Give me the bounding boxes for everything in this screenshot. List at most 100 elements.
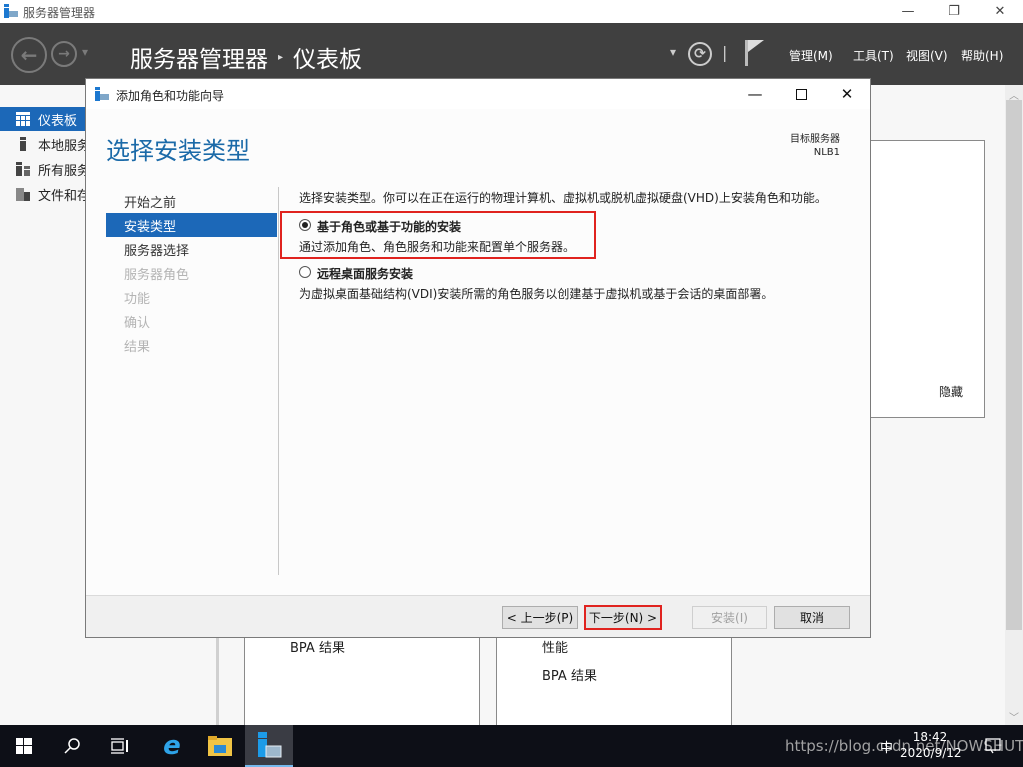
add-roles-wizard-dialog: 添加角色和功能向导 — ✕ 选择安装类型 目标服务器 NLB1 开始之前 安装类… — [85, 78, 871, 638]
search-button[interactable] — [48, 725, 96, 767]
intro-text: 选择安装类型。你可以在正在运行的物理计算机、虚拟机或脱机虚拟硬盘(VHD)上安装… — [299, 191, 827, 205]
page-heading: 选择安装类型 — [106, 137, 250, 165]
back-button[interactable]: ← — [11, 37, 47, 73]
restore-icon: ❐ — [948, 4, 960, 19]
back-arrow-icon: ← — [20, 43, 38, 67]
history-dropdown-icon[interactable]: ▾ — [82, 45, 88, 59]
file-storage-icon — [16, 188, 30, 201]
tile-link-bpa[interactable]: BPA 结果 — [290, 637, 345, 656]
window-title: 服务器管理器 — [23, 6, 96, 20]
minimize-icon: — — [747, 85, 763, 103]
target-server-value: NLB1 — [813, 147, 840, 158]
refresh-button[interactable]: ⟳ — [688, 42, 712, 66]
breadcrumb-root[interactable]: 服务器管理器 — [130, 40, 268, 74]
menu-view[interactable]: 视图(V) — [906, 47, 948, 64]
file-explorer-icon — [208, 736, 232, 756]
maximize-icon — [795, 88, 807, 100]
forward-button[interactable]: → — [51, 41, 77, 67]
ime-indicator[interactable]: 中 — [880, 737, 893, 756]
server-manager-taskbar-button[interactable] — [245, 725, 293, 767]
start-button[interactable] — [0, 725, 48, 767]
internet-explorer-icon: e — [163, 731, 181, 761]
notifications-flag-icon[interactable] — [745, 40, 765, 66]
dashboard-tile: BPA 结果 — [244, 630, 480, 730]
menu-manage[interactable]: 管理(M) — [789, 47, 833, 64]
header-divider: | — [722, 43, 728, 62]
server-manager-icon — [258, 732, 282, 758]
radio-role-based[interactable] — [299, 219, 311, 231]
step-before-you-begin[interactable]: 开始之前 — [106, 189, 277, 213]
sidebar: 仪表板 本地服务器 所有服务器 文件和存储服务 — [0, 85, 87, 725]
dialog-titlebar: 添加角色和功能向导 — ✕ — [86, 79, 870, 109]
background-divider — [216, 637, 219, 725]
cancel-button[interactable]: 取消 — [774, 606, 850, 629]
dashboard-tile: 性能 BPA 结果 — [496, 630, 732, 730]
close-window-button[interactable]: ✕ — [977, 0, 1023, 23]
task-view-button[interactable] — [96, 725, 144, 767]
step-server-roles: 服务器角色 — [124, 267, 190, 283]
step-installation-type[interactable]: 安装类型 — [106, 213, 277, 237]
radio-remote-desktop[interactable] — [299, 266, 311, 278]
vertical-scrollbar[interactable]: ︿ ﹀ — [1005, 85, 1023, 725]
task-view-icon — [111, 738, 128, 754]
action-center-icon[interactable] — [985, 738, 1001, 754]
windows-logo-icon — [16, 738, 32, 754]
clock-date: 2020/9/12 — [900, 746, 962, 760]
menu-tools[interactable]: 工具(T) — [853, 47, 894, 64]
sidebar-item-local-server[interactable]: 本地服务器 — [0, 132, 87, 156]
refresh-dropdown-icon[interactable]: ▾ — [670, 45, 676, 59]
clock-time: 18:42 — [912, 730, 948, 744]
file-explorer-button[interactable] — [196, 725, 244, 767]
sidebar-item-label: 文件和存储服务 — [38, 188, 87, 204]
forward-arrow-icon: → — [58, 46, 70, 62]
option-title: 远程桌面服务安装 — [317, 267, 414, 281]
minimize-icon: — — [901, 4, 915, 19]
system-clock[interactable]: 18:42 2020/9/12 — [900, 729, 962, 761]
option-remote-desktop[interactable]: 远程桌面服务安装 为虚拟桌面基础结构(VDI)安装所需的角色服务以创建基于虚拟机… — [299, 265, 773, 302]
step-results: 结果 — [124, 339, 151, 355]
sidebar-item-label: 仪表板 — [38, 113, 78, 129]
close-icon: ✕ — [840, 85, 854, 103]
sidebar-item-dashboard[interactable]: 仪表板 — [0, 107, 87, 131]
breadcrumb-current: 仪表板 — [293, 47, 363, 73]
close-icon: ✕ — [994, 4, 1006, 19]
step-confirmation: 确认 — [124, 315, 151, 331]
all-servers-icon — [16, 162, 30, 176]
dialog-maximize-button[interactable] — [778, 79, 824, 109]
minimize-button[interactable]: — — [885, 0, 931, 23]
content-divider — [278, 187, 279, 575]
tile-link-bpa[interactable]: BPA 结果 — [542, 665, 597, 684]
option-role-based[interactable]: 基于角色或基于功能的安装 通过添加角色、角色服务和功能来配置单个服务器。 — [299, 218, 575, 255]
restore-button[interactable]: ❐ — [931, 0, 977, 23]
dialog-minimize-button[interactable]: — — [732, 79, 778, 109]
scroll-down-icon[interactable]: ﹀ — [1009, 709, 1019, 724]
previous-button[interactable]: < 上一步(P) — [502, 606, 578, 629]
sidebar-item-file-storage[interactable]: 文件和存储服务 — [0, 182, 87, 206]
target-server-label: 目标服务器 — [790, 134, 840, 145]
option-description: 为虚拟桌面基础结构(VDI)安装所需的角色服务以创建基于虚拟机或基于会话的桌面部… — [299, 287, 774, 301]
next-button[interactable]: 下一步(N) > — [584, 605, 662, 630]
breadcrumb: 服务器管理器 ▸ 仪表板 — [130, 40, 362, 74]
hide-link[interactable]: 隐藏 — [939, 383, 963, 400]
local-server-icon — [20, 137, 26, 151]
sidebar-item-label: 所有服务器 — [38, 163, 87, 179]
install-button: 安装(I) — [692, 606, 767, 629]
option-description: 通过添加角色、角色服务和功能来配置单个服务器。 — [299, 240, 576, 254]
sidebar-item-all-servers[interactable]: 所有服务器 — [0, 157, 87, 181]
sidebar-item-label: 本地服务器 — [38, 138, 87, 154]
taskbar: e https://blog.csdn.net/NOWSHUT 中 18:42 … — [0, 725, 1023, 767]
dialog-footer: < 上一步(P) 下一步(N) > 安装(I) 取消 — [86, 595, 870, 637]
step-server-selection[interactable]: 服务器选择 — [106, 237, 277, 261]
scrollbar-thumb[interactable] — [1006, 100, 1022, 630]
tile-link-performance[interactable]: 性能 — [542, 637, 568, 656]
dialog-close-button[interactable]: ✕ — [824, 79, 870, 109]
step-features: 功能 — [124, 291, 151, 307]
menu-help[interactable]: 帮助(H) — [961, 47, 1003, 64]
refresh-icon: ⟳ — [694, 46, 706, 62]
window-titlebar: 服务器管理器 — ❐ ✕ — [0, 0, 1023, 23]
internet-explorer-button[interactable]: e — [148, 725, 196, 767]
wizard-icon — [95, 87, 109, 101]
dialog-title: 添加角色和功能向导 — [116, 89, 225, 103]
welcome-panel: 隐藏 — [870, 140, 985, 418]
target-server: 目标服务器 NLB1 — [790, 133, 840, 159]
